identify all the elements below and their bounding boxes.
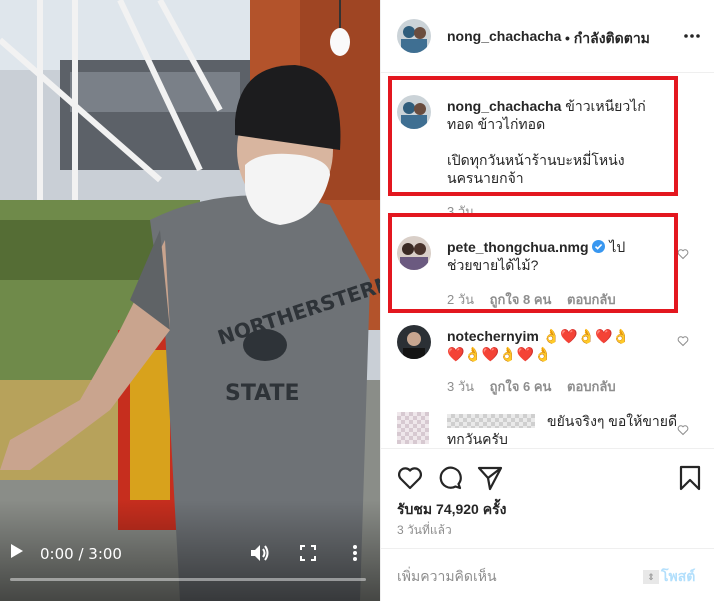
- comment-input[interactable]: [397, 565, 637, 587]
- post-button[interactable]: ⇕ โพสต์: [643, 566, 695, 588]
- comment-meta: 3 วัน ถูกใจ 6 คน ตอบกลับ: [447, 376, 628, 397]
- post-button-label: โพสต์: [661, 568, 696, 584]
- highlight-box: [388, 76, 678, 196]
- play-icon[interactable]: [10, 543, 24, 559]
- like-comment-icon[interactable]: [677, 335, 689, 347]
- reply-button[interactable]: ตอบกลับ: [567, 379, 616, 394]
- post-timestamp[interactable]: 3 วันที่แล้ว: [397, 521, 452, 540]
- more-options-icon[interactable]: [350, 544, 360, 562]
- fullscreen-icon[interactable]: [300, 545, 316, 561]
- avatar[interactable]: [397, 19, 431, 53]
- volume-icon[interactable]: [250, 544, 270, 562]
- avatar[interactable]: [397, 412, 429, 444]
- comment-likes[interactable]: ถูกใจ 6 คน: [490, 379, 552, 394]
- post-actions: รับชม 74,920 ครั้ง 3 วันที่แล้ว: [381, 448, 714, 548]
- avatar[interactable]: [397, 325, 431, 359]
- input-stepper-icon: ⇕: [643, 570, 659, 584]
- view-count[interactable]: รับชม 74,920 ครั้ง: [397, 499, 506, 521]
- follow-status[interactable]: • กำลังติดตาม: [565, 28, 650, 50]
- video-progress-bar[interactable]: [10, 578, 366, 581]
- svg-text:STATE: STATE: [225, 381, 300, 406]
- comment-line: 👌❤️👌❤️👌: [542, 328, 630, 344]
- comment-text: ขยันจริงๆ ขอให้ขายดี ทกวันครับ: [447, 412, 677, 448]
- like-icon[interactable]: [397, 465, 423, 491]
- comment-line: ❤️👌❤️👌❤️👌: [447, 346, 552, 362]
- like-comment-icon[interactable]: [677, 424, 689, 436]
- comment-time: 3 วัน: [447, 379, 475, 394]
- header-username[interactable]: nong_chachacha: [447, 28, 561, 44]
- like-comment-icon[interactable]: [677, 248, 689, 260]
- comment-text: notechernyim 👌❤️👌❤️👌 ❤️👌❤️👌❤️👌: [447, 327, 630, 363]
- comment-line: ทกวันครับ: [447, 431, 508, 447]
- video-player[interactable]: NORTHERSTERN STATE 0:00 / 3:00: [0, 0, 380, 601]
- post-side-panel: nong_chachacha • กำลังติดตาม nong_chacha…: [380, 0, 714, 601]
- comment-icon[interactable]: [437, 465, 463, 491]
- add-comment-bar: ⇕โพสต์: [381, 548, 714, 601]
- post-header: nong_chachacha • กำลังติดตาม: [381, 0, 714, 73]
- comment-line: ขยันจริงๆ ขอให้ขายดี: [547, 413, 678, 429]
- more-options-icon[interactable]: [684, 27, 700, 45]
- share-icon[interactable]: [477, 465, 503, 491]
- video-time: 0:00 / 3:00: [40, 545, 122, 563]
- video-frame: NORTHERSTERN STATE: [0, 0, 380, 601]
- comment-username[interactable]: notechernyim: [447, 328, 539, 344]
- highlight-box: [388, 213, 678, 313]
- bookmark-icon[interactable]: [677, 465, 703, 491]
